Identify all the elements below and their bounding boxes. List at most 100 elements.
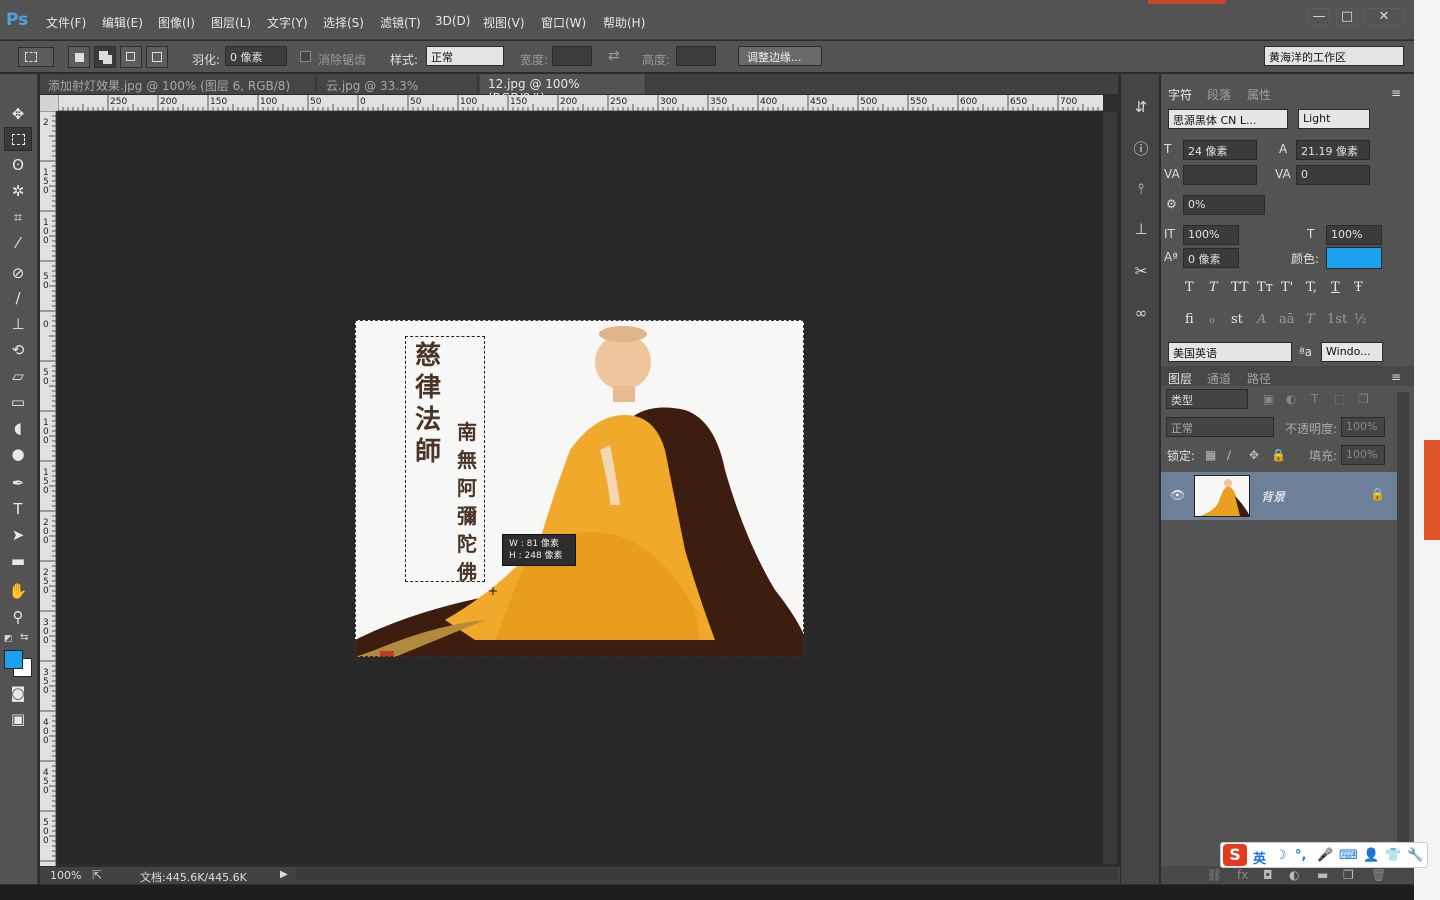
small-caps-icon[interactable]: Tт bbox=[1257, 280, 1273, 295]
workspace-select[interactable]: 黄海洋的工作区 bbox=[1264, 46, 1404, 66]
horizontal-scrollbar[interactable] bbox=[296, 868, 1118, 880]
tab-document-2[interactable]: 云.jpg @ 33.3%(RGB/8)× bbox=[318, 74, 478, 108]
menu-edit[interactable]: 编辑(E) bbox=[102, 14, 143, 31]
marquee-tool-icon[interactable] bbox=[4, 127, 32, 151]
visibility-eye-icon[interactable]: 👁 bbox=[1170, 488, 1185, 502]
old-style-icon[interactable]: ℴ bbox=[1209, 312, 1215, 327]
blend-mode-select[interactable]: 正常 bbox=[1166, 417, 1274, 437]
menu-3d[interactable]: 3D(D) bbox=[435, 14, 470, 28]
ime-keyboard-icon[interactable]: ⌨ bbox=[1339, 848, 1358, 863]
tool-preset-picker[interactable] bbox=[18, 47, 54, 67]
tool-presets-icon[interactable]: ✂ bbox=[1129, 262, 1153, 284]
filter-type-icon[interactable]: T bbox=[1311, 392, 1318, 406]
crop-tool-icon[interactable]: ⌗ bbox=[4, 205, 32, 229]
tsume-field[interactable]: 0% bbox=[1183, 195, 1265, 215]
path-selection-tool-icon[interactable]: ➤ bbox=[4, 523, 32, 547]
font-style-select[interactable]: Light bbox=[1298, 109, 1370, 129]
antialias-checkbox[interactable] bbox=[300, 51, 311, 62]
document-image[interactable]: 慈 律 法 師 南 無 阿 彌 陀 佛 bbox=[355, 320, 804, 657]
tab-document-1[interactable]: 添加射灯效果.jpg @ 100% (图层 6, RGB/8) *× bbox=[40, 74, 316, 108]
faux-bold-icon[interactable]: T bbox=[1185, 280, 1194, 295]
width-input[interactable] bbox=[552, 46, 592, 66]
layer-style-icon[interactable]: fx bbox=[1237, 868, 1248, 882]
magic-wand-tool-icon[interactable]: ✲ bbox=[4, 179, 32, 203]
move-tool-icon[interactable]: ✥ bbox=[4, 102, 32, 126]
panel-menu-icon[interactable]: ≡ bbox=[1391, 86, 1401, 100]
filter-smart-object-icon[interactable]: ❐ bbox=[1358, 392, 1369, 406]
menu-type[interactable]: 文字(Y) bbox=[267, 14, 308, 31]
intersect-selection-button[interactable] bbox=[146, 46, 168, 68]
filter-adjustment-icon[interactable]: ◐ bbox=[1286, 392, 1296, 406]
pen-tool-icon[interactable]: ✒ bbox=[4, 471, 32, 495]
filter-shape-icon[interactable]: ⬚ bbox=[1334, 392, 1345, 406]
antialias-method-select[interactable]: Windo... bbox=[1321, 342, 1383, 362]
brush-presets-icon[interactable]: ⫯ bbox=[1129, 180, 1153, 202]
foreground-color-swatch[interactable] bbox=[4, 650, 23, 669]
zoom-level[interactable]: 100% bbox=[50, 869, 81, 882]
vertical-scrollbar[interactable] bbox=[1103, 112, 1117, 864]
stylistic-alternates-icon[interactable]: aā bbox=[1279, 312, 1295, 327]
height-input[interactable] bbox=[676, 46, 716, 66]
status-menu-arrow-icon[interactable]: ▶ bbox=[280, 869, 288, 880]
info-panel-icon[interactable]: ⓘ bbox=[1129, 138, 1153, 160]
restore-button[interactable]: □ bbox=[1336, 8, 1358, 26]
new-selection-button[interactable] bbox=[68, 46, 90, 68]
vertical-ruler[interactable]: 2 1 5 0 1 0 0 5 0 0 5 0 1 0 0 1 5 0 2 0 … bbox=[40, 111, 56, 866]
swash-icon[interactable]: A bbox=[1257, 312, 1266, 327]
close-button[interactable]: ✕ bbox=[1364, 8, 1404, 26]
clone-source-icon[interactable]: ⊥ bbox=[1129, 220, 1153, 242]
underline-icon[interactable]: T bbox=[1331, 280, 1340, 295]
subscript-icon[interactable]: T, bbox=[1306, 280, 1317, 295]
faux-italic-icon[interactable]: T bbox=[1209, 280, 1218, 295]
delete-layer-icon[interactable]: 🗑 bbox=[1371, 868, 1386, 882]
menu-select[interactable]: 选择(S) bbox=[323, 14, 364, 31]
new-layer-icon[interactable]: ❐ bbox=[1343, 868, 1354, 882]
baseline-shift-field[interactable]: 0 像素 bbox=[1183, 248, 1239, 268]
ligatures-icon[interactable]: ﬁ bbox=[1185, 312, 1194, 327]
dodge-tool-icon[interactable]: ● bbox=[4, 442, 32, 466]
horizontal-ruler[interactable]: 250 200 150 100 50 0 50 100 150 200 250 … bbox=[58, 95, 1103, 111]
share-icon[interactable]: ⇱ bbox=[92, 868, 102, 882]
healing-brush-tool-icon[interactable]: ⊘ bbox=[4, 261, 32, 285]
swap-dimensions-icon[interactable]: ⇄ bbox=[608, 48, 620, 64]
gradient-tool-icon[interactable]: ▭ bbox=[4, 390, 32, 414]
lock-transparency-icon[interactable]: ▦ bbox=[1205, 448, 1216, 462]
hand-tool-icon[interactable]: ✋ bbox=[4, 579, 32, 603]
style-select[interactable]: 正常 bbox=[426, 46, 504, 66]
tracking-field[interactable]: 0 bbox=[1296, 165, 1370, 185]
ime-voice-icon[interactable]: 🎤 bbox=[1317, 848, 1333, 863]
menu-view[interactable]: 视图(V) bbox=[483, 14, 525, 31]
ime-tools-icon[interactable]: 🔧 bbox=[1407, 848, 1423, 863]
ruler-corner[interactable] bbox=[40, 95, 58, 111]
lock-position-icon[interactable]: ✥ bbox=[1249, 448, 1259, 462]
menu-window[interactable]: 窗口(W) bbox=[541, 14, 586, 31]
tab-channels[interactable]: 通道 bbox=[1207, 370, 1231, 387]
refine-edge-button[interactable]: 调整边缘... bbox=[738, 46, 822, 66]
ime-punctuation-icon[interactable]: °, bbox=[1295, 848, 1306, 863]
layer-name[interactable]: 背景 bbox=[1261, 488, 1285, 505]
filter-pixel-icon[interactable]: ▣ bbox=[1263, 392, 1274, 406]
feather-input[interactable]: 0 像素 bbox=[225, 46, 287, 66]
quick-mask-icon[interactable]: ◙ bbox=[4, 681, 32, 705]
history-panel-icon[interactable]: ⇵ bbox=[1129, 98, 1153, 120]
fill-field[interactable]: 100% bbox=[1341, 445, 1385, 465]
tab-paragraph[interactable]: 段落 bbox=[1207, 86, 1231, 103]
new-group-icon[interactable]: ▬ bbox=[1317, 868, 1328, 882]
tab-paths[interactable]: 路径 bbox=[1247, 370, 1271, 387]
clone-stamp-tool-icon[interactable]: ⊥ bbox=[4, 312, 32, 336]
menu-file[interactable]: 文件(F) bbox=[46, 14, 86, 31]
ordinals-icon[interactable]: 1st bbox=[1327, 312, 1347, 327]
menu-help[interactable]: 帮助(H) bbox=[603, 14, 645, 31]
text-color-swatch[interactable] bbox=[1326, 247, 1382, 269]
ime-user-icon[interactable]: 👤 bbox=[1363, 848, 1379, 863]
link-layers-icon[interactable]: ⛓ bbox=[1207, 868, 1222, 882]
discretionary-ligatures-icon[interactable]: st bbox=[1231, 312, 1243, 327]
all-caps-icon[interactable]: TT bbox=[1231, 280, 1249, 295]
rectangle-tool-icon[interactable]: ▬ bbox=[4, 549, 32, 573]
lock-all-icon[interactable]: 🔒 bbox=[1271, 448, 1286, 462]
eyedropper-tool-icon[interactable]: ⁄ bbox=[4, 231, 32, 255]
zoom-tool-icon[interactable]: ⚲ bbox=[4, 605, 32, 629]
lasso-tool-icon[interactable]: ʘ bbox=[4, 153, 32, 177]
menu-image[interactable]: 图像(I) bbox=[158, 14, 195, 31]
eraser-tool-icon[interactable]: ▱ bbox=[4, 364, 32, 388]
